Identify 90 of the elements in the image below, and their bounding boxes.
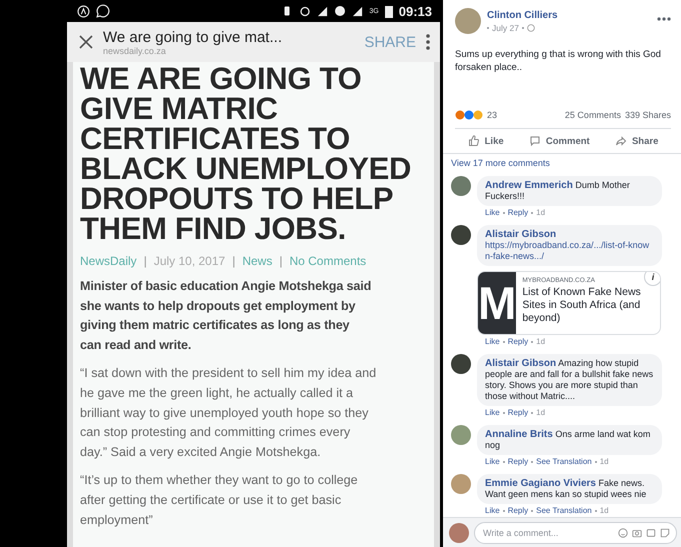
more-options-icon[interactable] xyxy=(657,17,671,21)
avatar xyxy=(455,8,481,34)
avatar xyxy=(451,225,471,245)
view-more-comments-link[interactable]: View 17 more comments xyxy=(451,158,671,168)
sticker-icon xyxy=(660,528,670,538)
comment-time: 1d xyxy=(600,506,609,515)
separator-dot xyxy=(531,510,534,512)
comment-button[interactable]: Comment xyxy=(528,135,590,147)
share-arrow-icon xyxy=(614,135,627,147)
separator-dot xyxy=(594,510,597,512)
separator-dot xyxy=(531,412,534,414)
close-icon[interactable] xyxy=(79,35,93,49)
comment-time: 1d xyxy=(600,457,609,466)
comment-action-link[interactable]: Reply xyxy=(508,208,528,217)
shares-count[interactable]: 339 Shares xyxy=(624,110,671,120)
avatar xyxy=(451,474,471,494)
comment-time: 1d xyxy=(536,337,546,346)
commenter-name[interactable]: Andrew Emmerich xyxy=(485,180,573,191)
signal-icon xyxy=(352,6,364,16)
avatar xyxy=(449,522,469,542)
comment-action-link[interactable]: Reply xyxy=(508,408,528,417)
separator-dot xyxy=(502,412,505,414)
status-app-icon xyxy=(77,4,90,18)
comment-text: Alistair Gibson Amazing how stupid people are and fall for a bullshit fake news story. Shows you are more stupid than those without Matric.... xyxy=(485,358,654,402)
comment-text: Annaline Brits Ons arme land wat kom nog xyxy=(485,429,652,451)
article-paragraph: “It’s up to them whether they want to go to college after getting the certificate or use it to get basic employment” xyxy=(80,472,359,529)
comment-action-link[interactable]: Reply xyxy=(508,506,528,515)
comment-action-link[interactable]: Like xyxy=(485,408,500,417)
separator-dot xyxy=(531,212,534,214)
article-date: July 10, 2017 xyxy=(154,254,226,268)
comment-link[interactable]: https://mybroadband.co.za/.../list-of-known-fake-news.../ xyxy=(485,240,654,262)
reaction-count[interactable]: 23 xyxy=(487,110,498,120)
meta-separator: | xyxy=(232,254,236,268)
site-logo: M xyxy=(478,272,516,334)
article-paragraph: “I sat down with the president to sell him my idea and he gave me the green light, he actually called it a brilliant way to give unemployed youth hope so they can stop protesting and committing crimes every day.” Said a very excited Angie Motshekga. xyxy=(80,365,378,461)
commenter-name[interactable]: Alistair Gibson xyxy=(485,229,654,240)
separator-dot xyxy=(487,26,489,28)
commenter-name[interactable]: Emmie Gagiano Viviers xyxy=(485,478,596,489)
author-name[interactable]: Clinton Cilliers xyxy=(487,10,558,20)
article-headline: WE ARE GOING TO GIVE MATRIC CERTIFICATES TO BLACK UNEMPLOYED DROPOUTS TO HELP THEM FIND JOBS. xyxy=(80,64,412,244)
comments-count[interactable]: 25 Comments xyxy=(564,110,621,120)
page-url: newsdaily.co.za xyxy=(103,46,167,56)
info-button[interactable]: i xyxy=(644,272,660,286)
speech-bubble-icon xyxy=(528,135,541,147)
comment-action-link[interactable]: Like xyxy=(485,208,500,217)
comment-action-link[interactable]: Like xyxy=(485,337,500,346)
comment-action-link[interactable]: Like xyxy=(485,457,500,466)
battery-icon xyxy=(384,4,393,18)
post-text: Sums up everything g that is wrong with this God forsaken place.. xyxy=(455,48,662,74)
reaction-icons xyxy=(455,110,483,120)
post-date: July 27 xyxy=(492,22,519,32)
article-paragraph: Minister of basic education Angie Motshekga said she wants to help dropouts get employment by giving them matric certificates as long as they can read and write. xyxy=(80,278,372,354)
commenter-name[interactable]: Annaline Brits xyxy=(485,429,553,440)
chat-bubble-icon xyxy=(96,4,110,18)
avatar xyxy=(451,176,471,196)
comment-action-link[interactable]: See Translation xyxy=(536,457,592,466)
comment-input-field[interactable]: Write a comment... xyxy=(481,526,614,538)
comment-action-link[interactable]: Reply xyxy=(508,457,528,466)
globe-icon xyxy=(526,24,535,32)
preview-title: List of Known Fake News Sites in South Africa (and beyond) xyxy=(522,286,642,325)
comment-text: Andrew Emmerich Dumb Mother Fuckers!!! xyxy=(485,180,631,202)
separator-dot xyxy=(502,460,505,462)
meta-separator: | xyxy=(279,254,282,268)
comment-box[interactable]: Write a comment... xyxy=(474,522,677,544)
smiley-icon xyxy=(618,528,628,538)
comment-action-link[interactable]: Like xyxy=(485,506,500,515)
separator-dot xyxy=(594,460,597,462)
clock-time: 09:13 xyxy=(398,4,432,18)
share-button[interactable]: Share xyxy=(614,135,658,147)
separator-dot xyxy=(522,26,524,28)
comment-time: 1d xyxy=(536,408,546,417)
page-title: We are going to give mat... xyxy=(103,28,283,46)
avatar xyxy=(451,425,471,445)
meta-separator: | xyxy=(144,254,147,268)
menu-icon[interactable] xyxy=(426,34,430,50)
signal-icon xyxy=(317,6,328,16)
avatar xyxy=(451,354,471,374)
separator-dot xyxy=(502,510,505,512)
like-button[interactable]: Like xyxy=(468,135,504,147)
separator-dot xyxy=(502,340,505,342)
separator-dot xyxy=(502,212,505,214)
separator-dot xyxy=(531,460,534,462)
comment-time: 1d xyxy=(536,208,546,217)
comment-action-link[interactable]: Reply xyxy=(508,337,528,346)
separator-dot xyxy=(531,340,534,342)
comment-text: Emmie Gagiano Viviers Fake news. Want geen mens kan so stupid wees nie xyxy=(485,478,648,500)
comment-action-link[interactable]: See Translation xyxy=(536,506,592,515)
commenter-name[interactable]: Alistair Gibson xyxy=(485,358,556,369)
camera-icon xyxy=(632,528,642,538)
thumbs-up-icon xyxy=(468,135,480,147)
